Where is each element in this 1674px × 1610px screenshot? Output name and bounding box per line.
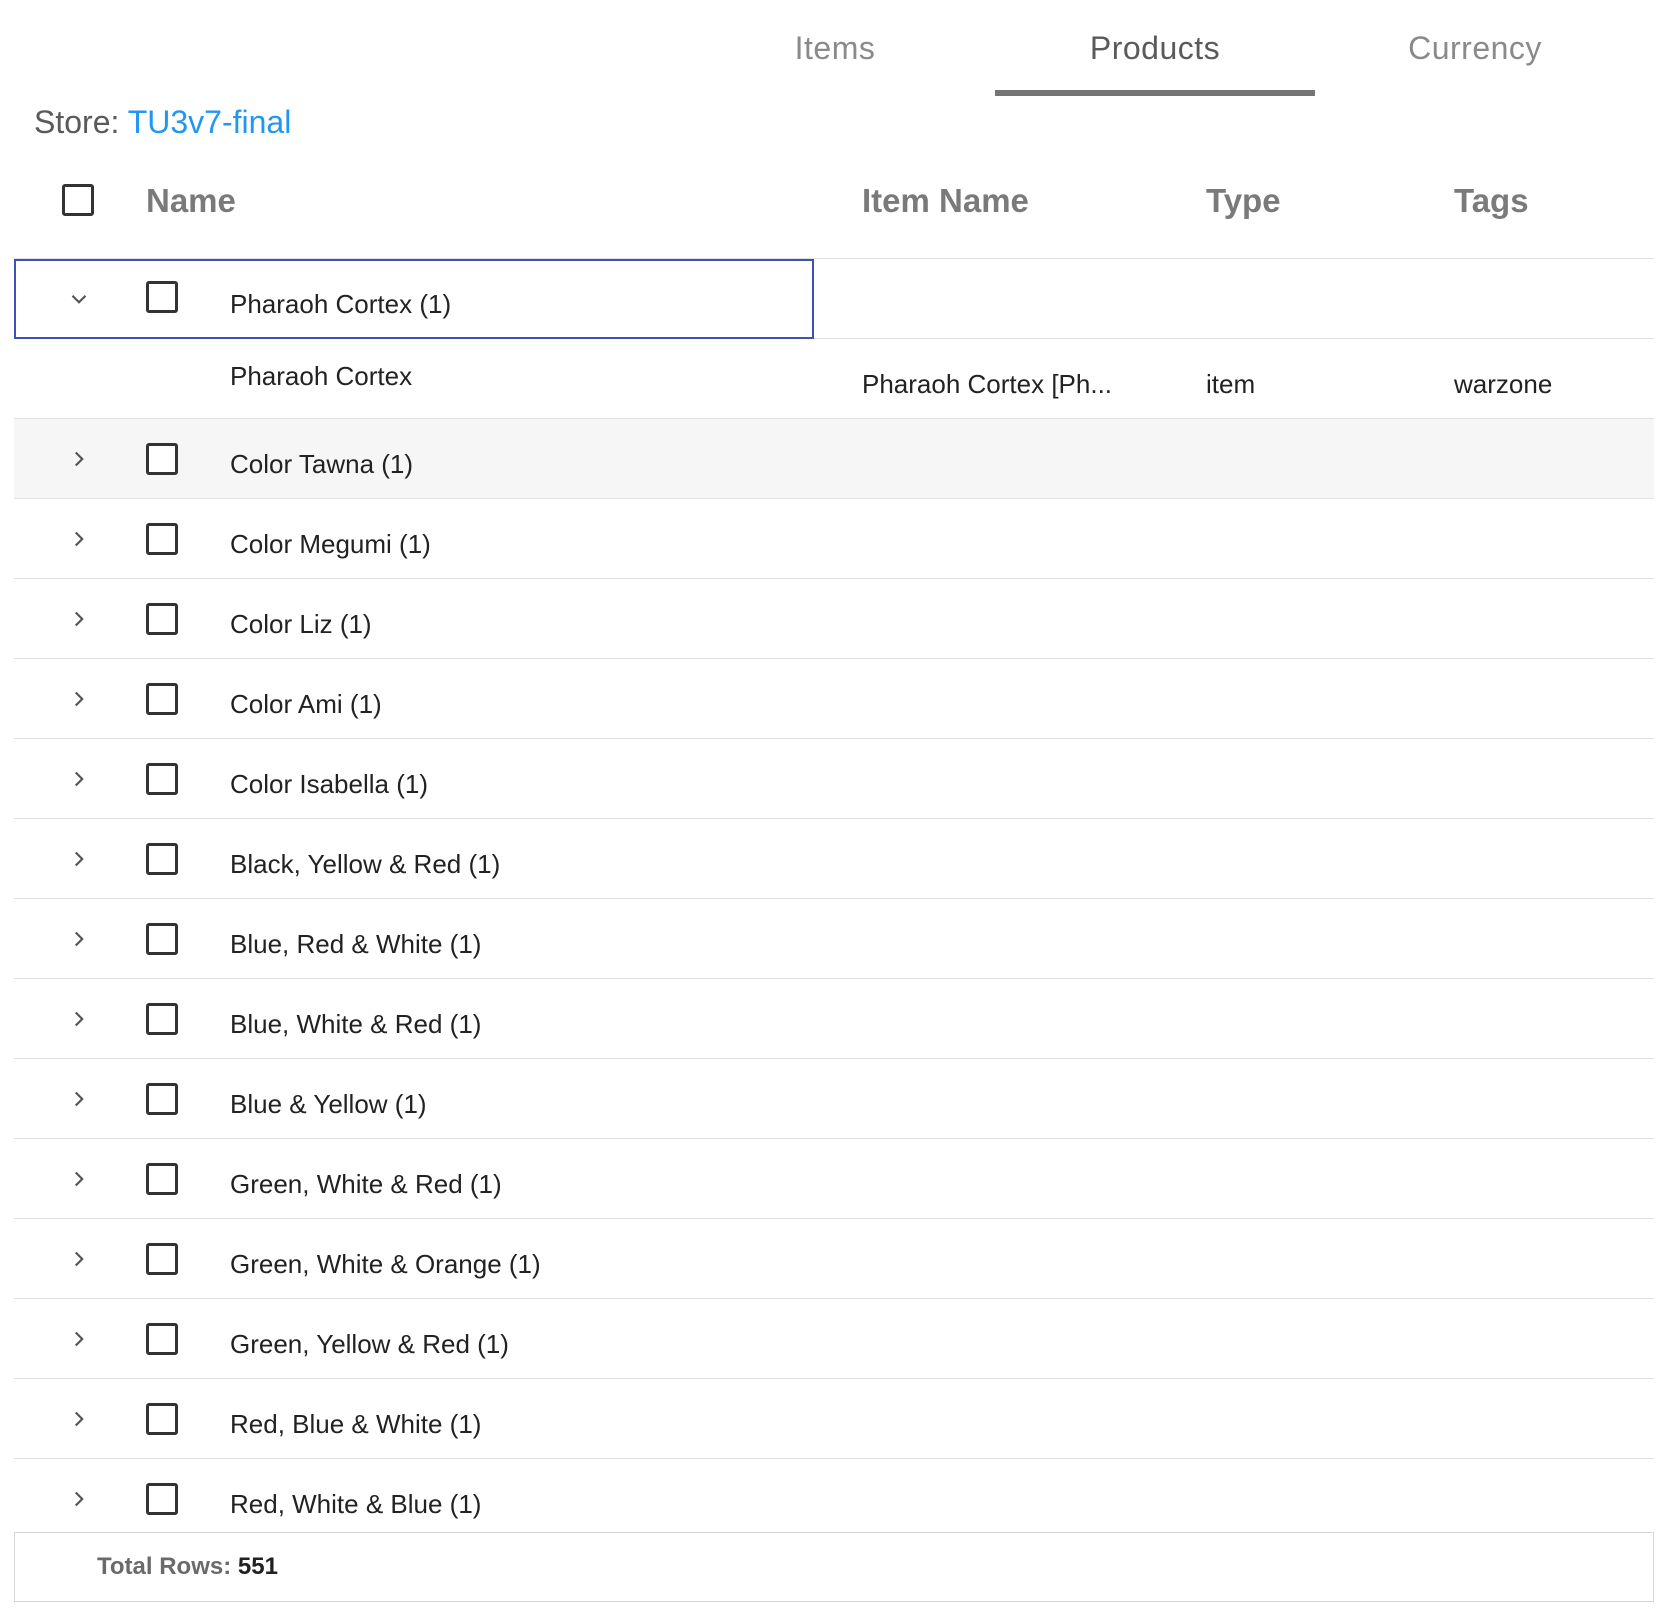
group-name: Color Isabella (1) xyxy=(230,769,428,799)
table-row[interactable]: Green, White & Red (1) xyxy=(14,1139,1654,1219)
table-header: Name Item Name Type Tags xyxy=(14,170,1654,259)
row-checkbox[interactable] xyxy=(146,443,178,475)
table-row[interactable]: Blue & Yellow (1) xyxy=(14,1059,1654,1139)
type-cell: item xyxy=(1206,369,1256,399)
table-row[interactable]: Black, Yellow & Red (1) xyxy=(14,819,1654,899)
row-checkbox[interactable] xyxy=(146,523,178,555)
tab-bar: Items Products Currency xyxy=(0,0,1674,96)
row-checkbox[interactable] xyxy=(146,683,178,715)
table-row[interactable]: Pharaoh Cortex (1) xyxy=(14,259,1654,339)
chevron-right-icon[interactable] xyxy=(64,1404,94,1434)
group-name: Red, White & Blue (1) xyxy=(230,1489,482,1519)
chevron-right-icon[interactable] xyxy=(64,924,94,954)
table-row[interactable]: Color Ami (1) xyxy=(14,659,1654,739)
table-body: Pharaoh Cortex (1) Pharaoh Cortex Pharao… xyxy=(14,259,1654,1533)
row-checkbox[interactable] xyxy=(146,1403,178,1435)
column-header-type[interactable]: Type xyxy=(1206,182,1281,220)
table-footer: Total Rows: 551 xyxy=(14,1532,1654,1602)
chevron-down-icon[interactable] xyxy=(64,284,94,314)
group-name: Color Ami (1) xyxy=(230,689,382,719)
tab-products[interactable]: Products xyxy=(995,0,1315,96)
group-name: Blue, Red & White (1) xyxy=(230,929,482,959)
chevron-right-icon[interactable] xyxy=(64,1244,94,1274)
table-row[interactable]: Pharaoh Cortex Pharaoh Cortex [Ph... ite… xyxy=(14,339,1654,419)
row-checkbox[interactable] xyxy=(146,1003,178,1035)
row-checkbox[interactable] xyxy=(146,1083,178,1115)
group-name: Blue & Yellow (1) xyxy=(230,1089,427,1119)
store-label: Store: xyxy=(34,104,120,140)
total-rows-label: Total Rows: xyxy=(97,1553,232,1580)
row-checkbox[interactable] xyxy=(146,1483,178,1515)
group-name: Color Tawna (1) xyxy=(230,449,414,479)
chevron-right-icon[interactable] xyxy=(64,1484,94,1514)
group-name: Red, Blue & White (1) xyxy=(230,1409,482,1439)
column-header-name[interactable]: Name xyxy=(146,182,236,220)
table-row[interactable]: Red, Blue & White (1) xyxy=(14,1379,1654,1459)
column-header-item-name[interactable]: Item Name xyxy=(862,182,1029,220)
group-name: Color Liz (1) xyxy=(230,609,372,639)
tab-items[interactable]: Items xyxy=(675,0,995,96)
row-checkbox[interactable] xyxy=(146,1243,178,1275)
group-name: Green, White & Orange (1) xyxy=(230,1249,541,1279)
chevron-right-icon[interactable] xyxy=(64,684,94,714)
row-checkbox[interactable] xyxy=(146,1163,178,1195)
chevron-right-icon[interactable] xyxy=(64,604,94,634)
chevron-right-icon[interactable] xyxy=(64,764,94,794)
store-name-link[interactable]: TU3v7-final xyxy=(128,104,292,140)
chevron-right-icon[interactable] xyxy=(64,1084,94,1114)
table-row[interactable]: Color Tawna (1) xyxy=(14,419,1654,499)
table-row[interactable]: Color Isabella (1) xyxy=(14,739,1654,819)
row-checkbox[interactable] xyxy=(146,603,178,635)
chevron-right-icon[interactable] xyxy=(64,1324,94,1354)
group-name: Color Megumi (1) xyxy=(230,529,431,559)
tab-currency[interactable]: Currency xyxy=(1315,0,1635,96)
chevron-right-icon[interactable] xyxy=(64,1164,94,1194)
table-row[interactable]: Color Liz (1) xyxy=(14,579,1654,659)
tags-cell: warzone xyxy=(1454,369,1553,399)
group-name: Green, White & Red (1) xyxy=(230,1169,502,1199)
table-row[interactable]: Blue, White & Red (1) xyxy=(14,979,1654,1059)
chevron-right-icon[interactable] xyxy=(64,1004,94,1034)
product-name: Pharaoh Cortex xyxy=(230,361,413,391)
group-name: Pharaoh Cortex (1) xyxy=(230,289,452,319)
table-row[interactable]: Blue, Red & White (1) xyxy=(14,899,1654,979)
row-checkbox[interactable] xyxy=(146,281,178,313)
chevron-right-icon[interactable] xyxy=(64,844,94,874)
select-all-checkbox[interactable] xyxy=(62,184,94,216)
table-row[interactable]: Color Megumi (1) xyxy=(14,499,1654,579)
group-name: Blue, White & Red (1) xyxy=(230,1009,482,1039)
store-indicator: Store: TU3v7-final xyxy=(34,104,291,141)
group-name: Black, Yellow & Red (1) xyxy=(230,849,501,879)
row-checkbox[interactable] xyxy=(146,763,178,795)
table-row[interactable]: Green, White & Orange (1) xyxy=(14,1219,1654,1299)
total-rows: Total Rows: 551 xyxy=(97,1553,278,1581)
row-checkbox[interactable] xyxy=(146,843,178,875)
row-checkbox[interactable] xyxy=(146,923,178,955)
group-name: Green, Yellow & Red (1) xyxy=(230,1329,509,1359)
column-header-tags[interactable]: Tags xyxy=(1454,182,1529,220)
chevron-right-icon[interactable] xyxy=(64,524,94,554)
item-name-cell: Pharaoh Cortex [Ph... xyxy=(862,369,1113,399)
table-row[interactable]: Green, Yellow & Red (1) xyxy=(14,1299,1654,1379)
total-rows-count: 551 xyxy=(237,1553,278,1580)
chevron-right-icon[interactable] xyxy=(64,444,94,474)
table-row[interactable]: Red, White & Blue (1) xyxy=(14,1459,1654,1533)
row-checkbox[interactable] xyxy=(146,1323,178,1355)
